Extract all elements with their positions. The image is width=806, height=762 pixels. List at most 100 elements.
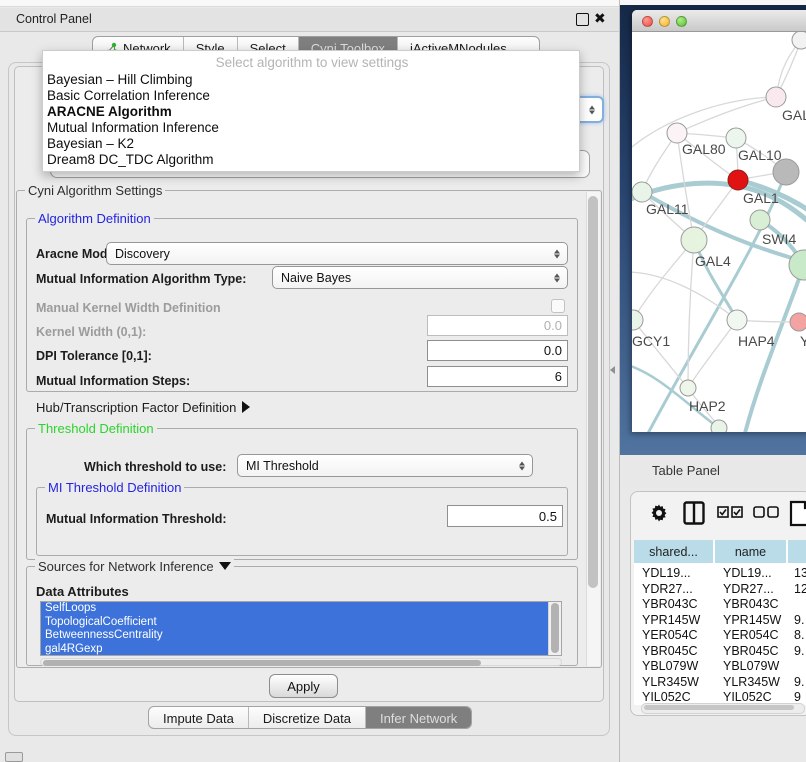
- mi-type-combobox[interactable]: Naive Bayes: [272, 266, 568, 289]
- zoom-traffic-light-icon[interactable]: [676, 16, 687, 27]
- hub-definition-expander[interactable]: Hub/Transcription Factor Definition: [36, 400, 250, 415]
- cell: 13: [794, 566, 806, 580]
- network-node-hap2[interactable]: [680, 380, 696, 396]
- network-node[interactable]: [792, 32, 806, 49]
- mi-steps-label: Mutual Information Steps:: [36, 374, 190, 388]
- table-row[interactable]: YER054CYER054C8.: [634, 628, 806, 644]
- menu-item-mutual-information[interactable]: Mutual Information Inference: [47, 120, 577, 136]
- network-node-gal10[interactable]: [726, 128, 746, 148]
- new-table-icon[interactable]: [789, 500, 806, 532]
- dpi-tolerance-field[interactable]: [427, 340, 568, 361]
- expand-right-icon: [242, 401, 250, 413]
- scrollbar-thumb[interactable]: [43, 660, 481, 666]
- list-item-topologicalcoefficient[interactable]: TopologicalCoefficient: [41, 616, 549, 630]
- list-item-selfloops[interactable]: SelfLoops: [41, 602, 549, 616]
- mi-threshold-field[interactable]: [447, 505, 563, 527]
- table-row[interactable]: YDR27...YDR27...12: [634, 582, 806, 598]
- menu-item-basic-correlation[interactable]: Basic Correlation Inference: [47, 88, 577, 104]
- list-item-betweennesscentrality[interactable]: BetweennessCentrality: [41, 629, 549, 643]
- collapsed-panel-icon[interactable]: [5, 752, 23, 762]
- mi-steps-field[interactable]: [427, 366, 568, 387]
- data-attributes-label: Data Attributes: [36, 584, 129, 599]
- kernel-width-field[interactable]: [427, 315, 568, 336]
- network-node-gal11[interactable]: [632, 182, 652, 202]
- sources-group-title: Sources for Network Inference: [35, 559, 234, 574]
- which-threshold-value: MI Threshold: [246, 459, 319, 473]
- cell: 8.: [794, 628, 804, 642]
- cell: 9.: [794, 613, 804, 627]
- node-table: shared... name YDL19...YDL19...13 YDR27.…: [634, 540, 806, 705]
- menu-item-bayesian-k2[interactable]: Bayesian – K2: [47, 136, 577, 152]
- scrollbar-thumb[interactable]: [551, 603, 559, 653]
- table-row[interactable]: YBR043CYBR043C: [634, 597, 806, 613]
- cell: YDR27...: [723, 582, 774, 596]
- threshold-definition-title: Threshold Definition: [35, 421, 157, 436]
- cell: 9.: [794, 675, 804, 689]
- table-row[interactable]: YBR045CYBR045C9.: [634, 644, 806, 660]
- column-header-shared-name[interactable]: shared...: [634, 540, 714, 563]
- minimize-traffic-light-icon[interactable]: [659, 16, 670, 27]
- aracne-mode-combobox[interactable]: Discovery: [106, 242, 568, 265]
- network-node-gcy1[interactable]: [632, 310, 643, 330]
- close-traffic-light-icon[interactable]: [642, 16, 653, 27]
- gear-icon[interactable]: [649, 503, 669, 528]
- table-panel: shared... name YDL19...YDL19...13 YDR27.…: [630, 491, 806, 716]
- network-node[interactable]: [711, 420, 727, 432]
- split-columns-icon[interactable]: [683, 501, 705, 530]
- settings-panel-title: Cyni Algorithm Settings: [25, 183, 165, 198]
- column-header-clipped[interactable]: [788, 540, 806, 563]
- splitter-collapse-icon[interactable]: [610, 366, 615, 374]
- table-row[interactable]: YPR145WYPR145W9.: [634, 613, 806, 629]
- menu-item-aracne[interactable]: ARACNE Algorithm: [47, 104, 577, 120]
- table-horizontal-scrollbar[interactable]: [641, 703, 805, 714]
- manual-kernel-label: Manual Kernel Width Definition: [36, 301, 221, 315]
- table-row[interactable]: YDL19...YDL19...13: [634, 566, 806, 582]
- menu-item-dream8[interactable]: Dream8 DC_TDC Algorithm: [47, 152, 577, 168]
- tab-discretize-data[interactable]: Discretize Data: [249, 707, 366, 729]
- close-panel-icon[interactable]: ✖: [594, 10, 606, 27]
- node-label: GCY1: [632, 333, 670, 349]
- control-panel-title: Control Panel: [16, 12, 92, 26]
- bottom-tabbar: Impute Data Discretize Data Infer Networ…: [148, 706, 472, 729]
- select-all-checkboxes-icon[interactable]: [717, 506, 743, 524]
- cell: YDL19...: [723, 566, 772, 580]
- apply-button[interactable]: Apply: [269, 674, 338, 698]
- dpi-tolerance-label: DPI Tolerance [0,1]:: [36, 349, 152, 363]
- network-node-hap4[interactable]: [727, 310, 747, 330]
- cell: YBR043C: [723, 597, 779, 611]
- mi-type-value: Naive Bayes: [281, 271, 351, 285]
- which-threshold-combobox[interactable]: MI Threshold: [237, 454, 533, 477]
- network-node[interactable]: [789, 250, 806, 280]
- network-node[interactable]: [766, 87, 786, 107]
- cell: YPR145W: [723, 613, 781, 627]
- network-node-gal80[interactable]: [667, 123, 687, 143]
- algorithm-dropdown-placeholder: Select algorithm to view settings: [43, 55, 581, 70]
- node-label: GAL11: [646, 201, 689, 217]
- table-row[interactable]: YLR345WYLR345W9.: [634, 675, 806, 691]
- scrollbar-thumb[interactable]: [588, 196, 598, 588]
- top-strip: [0, 0, 620, 7]
- data-attributes-list: SelfLoops TopologicalCoefficient Between…: [40, 601, 562, 656]
- column-header-name[interactable]: name: [715, 540, 787, 563]
- list-vertical-scrollbar[interactable]: [548, 602, 561, 655]
- network-node-gal4[interactable]: [681, 227, 707, 253]
- deselect-all-checkboxes-icon[interactable]: [753, 506, 779, 524]
- cell: YBR045C: [642, 644, 698, 658]
- network-node[interactable]: [790, 313, 806, 331]
- manual-kernel-checkbox[interactable]: [551, 299, 565, 313]
- network-window-titlebar[interactable]: [632, 10, 806, 32]
- network-canvas[interactable]: GAL GAL80 GAL10 GAL1 GAL11 SWI4 GAL4 GCY…: [632, 32, 806, 432]
- tab-impute-data[interactable]: Impute Data: [149, 707, 249, 729]
- tab-infer-network[interactable]: Infer Network: [366, 707, 471, 729]
- network-node-gal1[interactable]: [728, 170, 748, 190]
- table-row[interactable]: YBL079WYBL079W: [634, 659, 806, 675]
- top-strip: [620, 0, 806, 5]
- menu-item-bayesian-hill-climbing[interactable]: Bayesian – Hill Climbing: [47, 72, 577, 88]
- scrollbar-thumb[interactable]: [644, 705, 794, 710]
- network-node-swi4[interactable]: [750, 210, 770, 230]
- float-panel-icon[interactable]: [576, 13, 589, 26]
- node-label: Y: [800, 333, 806, 349]
- collapse-down-icon[interactable]: [219, 562, 231, 570]
- sources-title-text: Sources for Network Inference: [38, 559, 214, 574]
- list-item-gal4rgexp[interactable]: gal4RGexp: [41, 643, 549, 657]
